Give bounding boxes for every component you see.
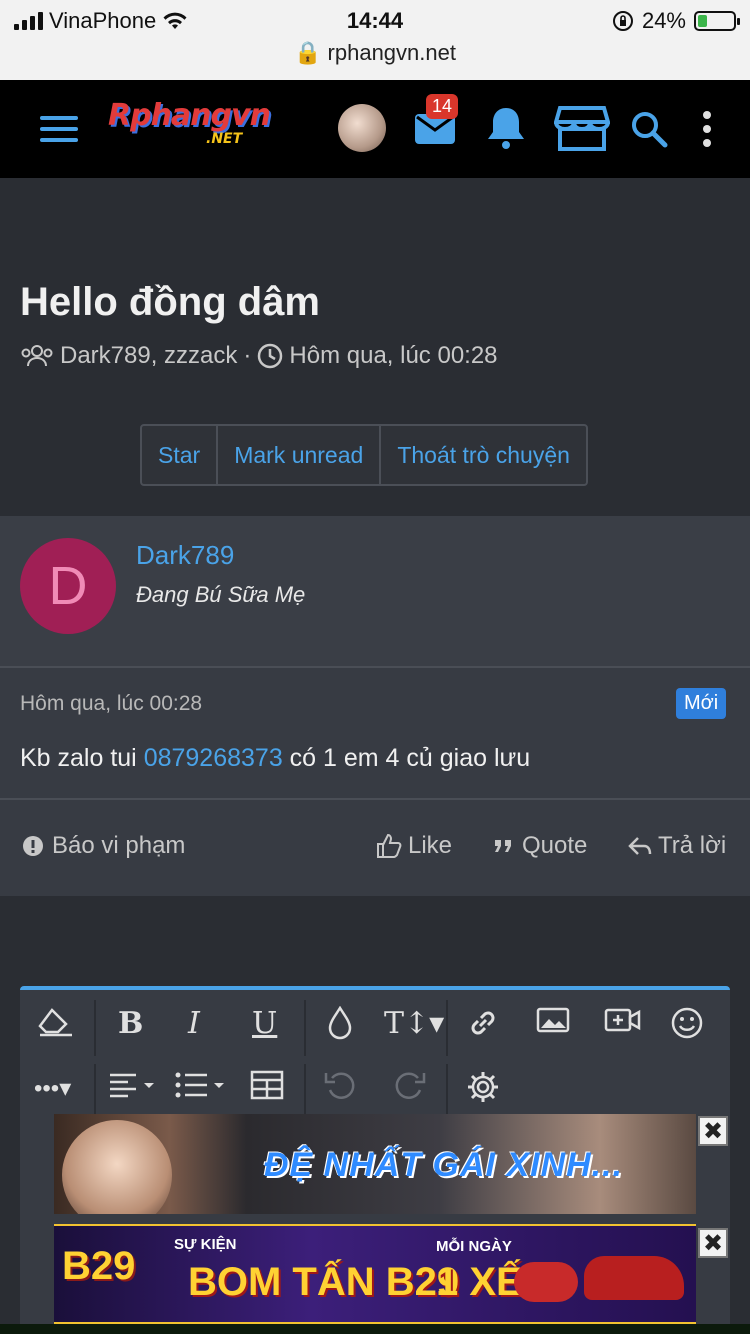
thumbs-up-icon <box>377 833 402 858</box>
message-body: Kb zalo tui 0879268373 có 1 em 4 củ giao… <box>20 744 530 773</box>
bold-icon[interactable]: B <box>118 1006 143 1041</box>
thread-meta: Dark789, zzzack · Hôm qua, lúc 00:28 <box>20 342 498 370</box>
reply-label: Trả lời <box>658 832 727 859</box>
battery-percent: 24% <box>641 8 686 33</box>
gear-icon[interactable] <box>466 1070 500 1104</box>
meta-separator: · <box>243 342 252 369</box>
leave-conversation-button[interactable]: Thoát trò chuyện <box>381 426 586 484</box>
like-label: Like <box>408 832 453 859</box>
ios-status-bar: VinaPhone 14:44 24% 🔒 rphangvn.net <box>0 0 750 80</box>
list-icon[interactable] <box>174 1070 228 1100</box>
link-icon[interactable] <box>466 1006 500 1040</box>
underline-icon[interactable]: U <box>252 1006 277 1041</box>
color-drop-icon[interactable] <box>326 1006 354 1040</box>
participants: Dark789, zzzack <box>60 342 238 369</box>
editor-toolbar-row-1: B I U T↕▾ <box>20 994 730 1058</box>
reply-icon <box>628 837 652 855</box>
search-icon[interactable] <box>630 110 668 148</box>
ad2-prize: 1 XẾ <box>436 1260 523 1304</box>
mail-count-badge: 14 <box>426 94 459 119</box>
menu-icon[interactable] <box>40 116 78 149</box>
store-icon[interactable] <box>554 104 610 152</box>
clock-icon <box>258 343 283 369</box>
ad2-brand: B29 <box>62 1244 136 1288</box>
divider <box>0 798 750 800</box>
author-username[interactable]: Dark789 <box>136 540 234 571</box>
ad2-main: BOM TẤN B29 <box>188 1260 460 1304</box>
ad-banner-1[interactable]: ĐỆ NHẤT GÁI XINH... <box>54 1114 696 1214</box>
mark-unread-button[interactable]: Mark unread <box>218 426 382 484</box>
thread-header: Hello đồng dâm Dark789, zzzack · Hôm qua… <box>0 178 750 516</box>
url-bar[interactable]: 🔒 rphangvn.net <box>0 40 750 66</box>
site-header: Rphangvn .NET 14 <box>0 80 750 178</box>
like-button[interactable]: Like <box>376 832 452 860</box>
thread-date: Hôm qua, lúc 00:28 <box>289 342 498 369</box>
body-text-before: Kb zalo tui <box>20 744 144 772</box>
ad-close-button-1[interactable]: ✖ <box>698 1116 728 1146</box>
bottom-ad-strip <box>0 1324 750 1334</box>
status-right: 24% <box>612 8 740 34</box>
car-image <box>584 1256 684 1300</box>
align-icon[interactable] <box>108 1070 160 1100</box>
editor-toolbar-row-2: •••▾ <box>20 1058 730 1122</box>
bell-icon[interactable] <box>486 106 526 150</box>
eraser-icon[interactable] <box>38 1006 74 1038</box>
ad1-text: ĐỆ NHẤT GÁI XINH... <box>264 1146 624 1184</box>
report-label: Báo vi phạm <box>52 832 186 859</box>
ad-banner-2[interactable]: B29 SỰ KIỆN BOM TẤN B29 MỖI NGÀY 1 XẾ <box>54 1224 696 1324</box>
site-logo[interactable]: Rphangvn .NET <box>108 98 298 164</box>
body-text-after: có 1 em 4 củ giao lưu <box>282 744 531 772</box>
report-button[interactable]: Báo vi phạm <box>22 832 185 860</box>
redo-icon[interactable] <box>392 1070 426 1102</box>
author-title: Đang Bú Sữa Mẹ <box>136 582 306 607</box>
rotation-lock-icon <box>612 11 633 31</box>
star-button[interactable]: Star <box>142 426 219 484</box>
more-options-icon[interactable]: •••▾ <box>34 1074 71 1103</box>
page-title: Hello đồng dâm <box>20 280 320 324</box>
thread-actions: Star Mark unread Thoát trò chuyện <box>140 424 588 486</box>
message-actions: Báo vi phạm Like Quote Trả lời <box>0 816 750 876</box>
message-card: D Dark789 Đang Bú Sữa Mẹ Hôm qua, lúc 00… <box>0 516 750 896</box>
message-author: D Dark789 Đang Bú Sữa Mẹ <box>0 516 750 668</box>
user-avatar-button[interactable] <box>338 104 386 152</box>
table-icon[interactable] <box>250 1070 284 1100</box>
new-badge: Mới <box>676 688 727 719</box>
logo-sub: .NET <box>206 131 243 147</box>
smile-icon[interactable] <box>670 1006 704 1040</box>
more-vertical-icon[interactable] <box>700 110 714 148</box>
ad2-event: SỰ KIỆN <box>174 1236 237 1253</box>
undo-icon[interactable] <box>324 1070 358 1102</box>
phone-link[interactable]: 0879268373 <box>144 744 283 772</box>
motorbike-image <box>514 1262 578 1302</box>
battery-icon <box>694 11 740 31</box>
ad-model-image <box>62 1120 172 1214</box>
image-icon[interactable] <box>536 1006 570 1034</box>
alert-icon <box>23 836 43 856</box>
quote-icon <box>495 840 511 852</box>
ad-close-button-2[interactable]: ✖ <box>698 1228 728 1258</box>
video-icon[interactable] <box>604 1006 642 1034</box>
quote-button[interactable]: Quote <box>492 832 587 860</box>
quote-label: Quote <box>522 832 588 859</box>
ad2-daily: MỖI NGÀY <box>436 1238 512 1255</box>
url-text: rphangvn.net <box>327 40 456 65</box>
users-icon <box>21 345 53 367</box>
logo-main: Rphangvn <box>108 98 271 133</box>
italic-icon[interactable]: I <box>188 1006 200 1041</box>
reply-button[interactable]: Trả lời <box>628 832 726 860</box>
text-size-icon[interactable]: T↕▾ <box>384 1006 444 1041</box>
message-time[interactable]: Hôm qua, lúc 00:28 <box>20 692 202 716</box>
author-avatar[interactable]: D <box>20 538 116 634</box>
